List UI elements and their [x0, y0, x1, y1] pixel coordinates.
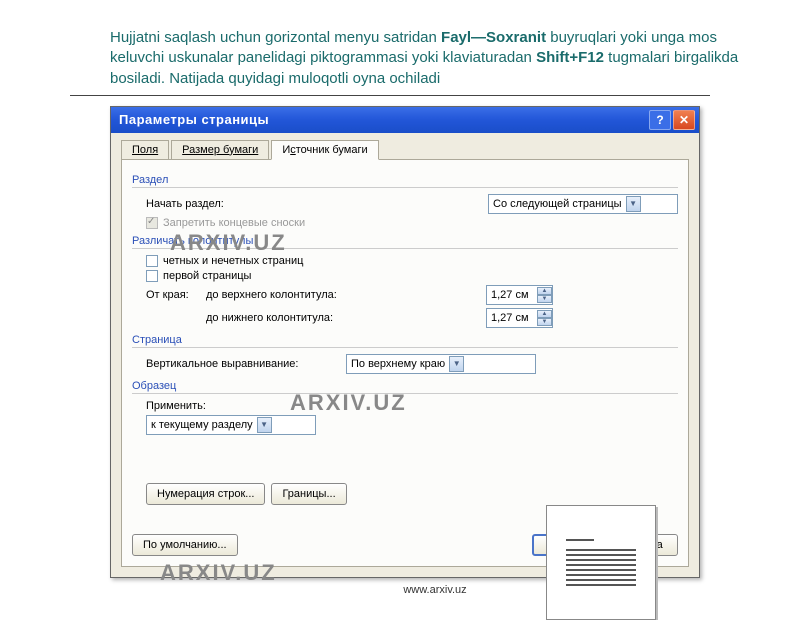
vertical-align-value: По верхнему краю	[351, 358, 445, 370]
header-distance-spinner[interactable]: 1,27 см ▲▼	[486, 285, 553, 305]
from-edge-label: От края:	[146, 289, 206, 301]
apply-to-select[interactable]: к текущему разделу ▼	[146, 415, 316, 435]
tab-paper-source[interactable]: Источник бумаги	[271, 140, 378, 160]
preview-icon	[566, 536, 636, 589]
start-section-value: Со следующей страницы	[493, 198, 622, 210]
close-button[interactable]: ✕	[673, 110, 695, 130]
tab-margins[interactable]: Поля	[121, 140, 169, 160]
help-button[interactable]: ?	[649, 110, 671, 130]
spin-down-icon[interactable]: ▼	[537, 295, 552, 303]
first-page-label: первой страницы	[163, 270, 251, 282]
divider	[70, 95, 710, 96]
borders-button[interactable]: Границы...	[271, 483, 346, 505]
footer-link: www.arxiv.uz	[110, 584, 760, 596]
suppress-endnotes-label: Запретить концевые сноски	[163, 217, 305, 229]
group-section: Раздел	[132, 174, 678, 188]
vertical-align-label: Вертикальное выравнивание:	[146, 358, 346, 370]
spin-down-icon[interactable]: ▼	[537, 318, 552, 326]
default-button[interactable]: По умолчанию...	[132, 534, 238, 556]
apply-to-label: Применить:	[146, 400, 206, 412]
first-page-checkbox[interactable]	[146, 270, 158, 282]
footer-distance-label: до нижнего колонтитула:	[206, 312, 486, 324]
chevron-down-icon: ▼	[449, 356, 464, 372]
intro-text: Hujjatni saqlash uchun gorizontal menyu …	[110, 28, 760, 89]
odd-even-label: четных и нечетных страниц	[163, 255, 303, 267]
tab-paper-size[interactable]: Размер бумаги	[171, 140, 269, 160]
header-distance-value: 1,27 см	[487, 289, 537, 301]
chevron-down-icon: ▼	[257, 417, 272, 433]
start-section-select[interactable]: Со следующей страницы ▼	[488, 194, 678, 214]
line-numbers-button[interactable]: Нумерация строк...	[146, 483, 265, 505]
apply-to-value: к текущему разделу	[151, 419, 253, 431]
spin-up-icon[interactable]: ▲	[537, 287, 552, 295]
spin-up-icon[interactable]: ▲	[537, 310, 552, 318]
vertical-align-select[interactable]: По верхнему краю ▼	[346, 354, 536, 374]
dialog-title: Параметры страницы	[119, 112, 647, 127]
odd-even-checkbox[interactable]	[146, 255, 158, 267]
group-preview: Образец	[132, 380, 678, 394]
group-headers: Различать колонтитулы	[132, 235, 678, 249]
tab-panel: Раздел Начать раздел: Со следующей стран…	[121, 159, 689, 567]
group-page: Страница	[132, 334, 678, 348]
suppress-endnotes-checkbox	[146, 217, 158, 229]
titlebar[interactable]: Параметры страницы ? ✕	[111, 107, 699, 133]
page-preview	[546, 505, 656, 620]
chevron-down-icon: ▼	[626, 196, 641, 212]
page-setup-dialog: Параметры страницы ? ✕ Поля Размер бумаг…	[110, 106, 700, 578]
footer-distance-spinner[interactable]: 1,27 см ▲▼	[486, 308, 553, 328]
header-distance-label: до верхнего колонтитула:	[206, 289, 486, 301]
start-section-label: Начать раздел:	[146, 198, 224, 210]
footer-distance-value: 1,27 см	[487, 312, 537, 324]
